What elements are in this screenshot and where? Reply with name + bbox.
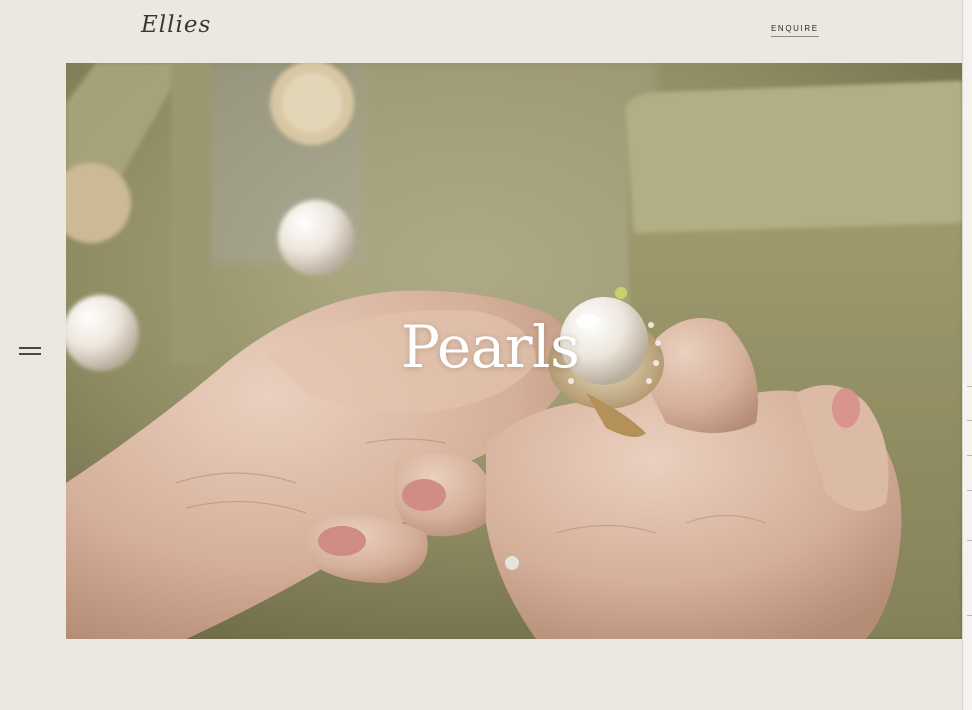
menu-line-top — [19, 347, 41, 349]
scroll-tick — [967, 386, 972, 387]
enquire-link[interactable]: ENQUIRE — [771, 24, 819, 37]
scroll-tick — [967, 420, 972, 421]
hamburger-menu-icon[interactable] — [19, 344, 43, 358]
scroll-tick — [967, 455, 972, 456]
hero-title: Pearls — [401, 313, 580, 381]
hero-image: Pearls — [66, 63, 962, 639]
scroll-tick — [967, 540, 972, 541]
menu-line-bottom — [19, 353, 41, 355]
scroll-tick — [967, 615, 972, 616]
brand-logo[interactable]: Ellies — [141, 12, 211, 38]
scroll-edge[interactable] — [962, 0, 972, 710]
page: Ellies ENQUIRE Pearls — [0, 0, 972, 710]
scroll-tick — [967, 490, 972, 491]
